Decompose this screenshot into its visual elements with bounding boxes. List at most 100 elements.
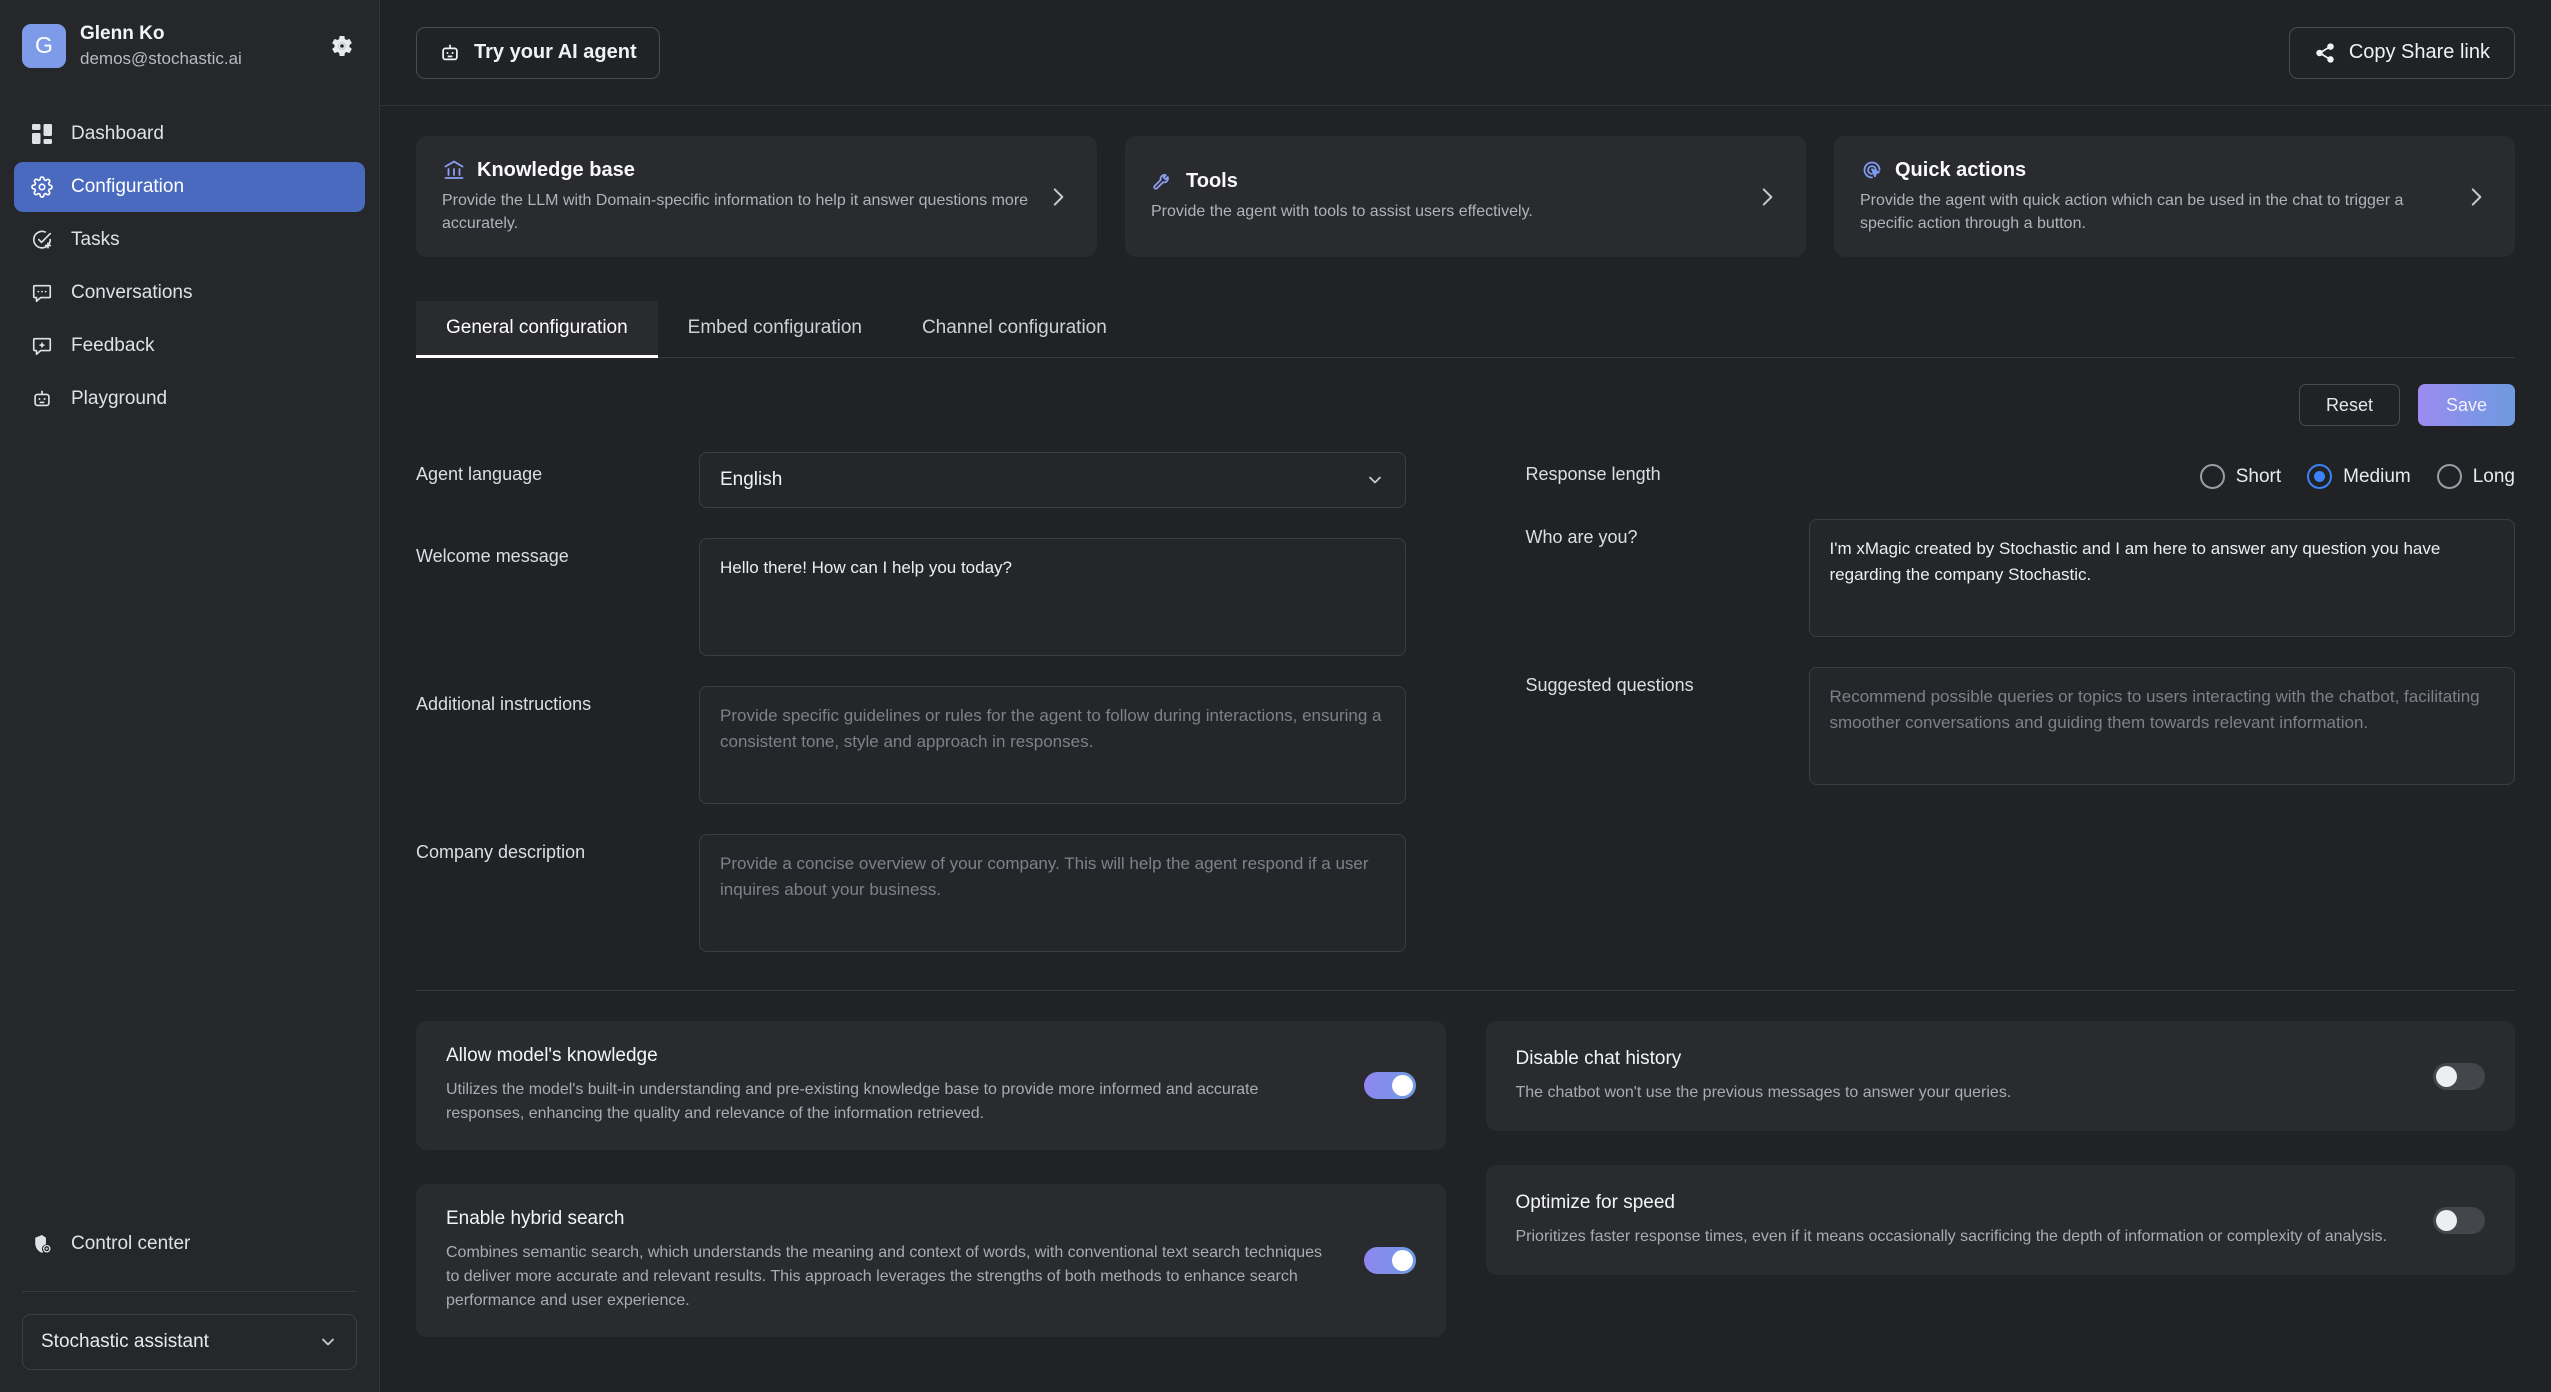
field-who-are-you: Who are you? I'm xMagic created by Stoch… [1526,519,2515,638]
try-ai-agent-button[interactable]: Try your AI agent [416,26,660,79]
field-control: Short Medium Long [1809,452,2515,490]
sidebar-item-label: Playground [71,388,168,409]
chevron-right-icon [2463,184,2489,210]
profile-name: Glenn Ko [80,23,165,44]
radio-circle-icon [2307,464,2333,490]
toggle-card-body: Optimize for speed Prioritizes faster re… [1516,1192,2410,1249]
field-label: Suggested questions [1525,675,1694,696]
content-area: Knowledge base Provide the LLM with Doma… [380,106,2551,1392]
chevron-down-icon [1365,470,1385,490]
field-company-description: Company description Provide a concise ov… [416,834,1406,953]
toggle-card-disable-chat-history: Disable chat history The chatbot won't u… [1485,1021,2515,1132]
toggle-card-optimize-for-speed: Optimize for speed Prioritizes faster re… [1485,1165,2515,1276]
field-control: Recommend possible queries or topics to … [1808,667,2515,786]
form-column-right: Response length Short Medium Long Who ar… [1466,452,2515,982]
chevron-right-icon [1754,184,1780,210]
field-label: Response length [1525,464,1661,485]
sidebar-nav: Dashboard Configuration Tasks Conversati… [0,109,379,424]
main-area: Try your AI agent Copy Share link Knowle… [380,0,2551,1392]
sidebar: G Glenn Ko demos@stochastic.ai Dashboard… [0,0,380,1392]
field-additional-instructions: Additional instructions Provide specific… [416,686,1406,805]
try-ai-agent-label: Try your AI agent [474,41,637,63]
radio-circle-icon [2199,464,2225,490]
card-body: Tools Provide the agent with tools to as… [1151,169,1738,224]
radio-option-long[interactable]: Long [2436,464,2515,490]
company-description-input[interactable]: Provide a concise overview of your compa… [699,834,1406,953]
section-divider [416,990,2515,992]
quick-actions-card[interactable]: Quick actions Provide the agent with qui… [1834,136,2515,258]
top-bar: Try your AI agent Copy Share link [380,0,2551,106]
response-length-radio-group: Short Medium Long [1809,452,2515,490]
config-tabs: General configuration Embed configuratio… [416,301,2515,359]
who-are-you-input[interactable]: I'm xMagic created by Stochastic and I a… [1808,519,2515,638]
toggle-title: Optimize for speed [1515,1191,1675,1213]
card-body: Knowledge base Provide the LLM with Doma… [442,158,1029,235]
gear-icon [30,175,54,199]
assistant-selector-value: Stochastic assistant [41,1331,209,1352]
chat-bubble-icon [30,281,54,305]
toggle-knob [2436,1209,2457,1231]
sidebar-item-tasks[interactable]: Tasks [14,215,365,265]
field-response-length: Response length Short Medium Long [1525,452,2515,490]
radio-option-short[interactable]: Short [2199,464,2281,490]
enable-hybrid-search-toggle[interactable] [1363,1247,1416,1275]
sidebar-item-playground[interactable]: Playground [14,374,365,424]
agent-language-select[interactable]: English [699,452,1406,509]
welcome-message-input[interactable]: Hello there! How can I help you today? [699,538,1406,657]
reset-button[interactable]: Reset [2298,384,2400,427]
profile-text: Glenn Ko demos@stochastic.ai [80,22,313,69]
sidebar-item-label: Tasks [71,229,120,250]
sidebar-item-feedback[interactable]: Feedback [14,321,365,371]
toggle-title: Allow model's knowledge [446,1045,658,1067]
sidebar-item-control-center[interactable]: Control center [0,1219,379,1269]
additional-instructions-input[interactable]: Provide specific guidelines or rules for… [699,686,1406,805]
assistant-selector[interactable]: Stochastic assistant [22,1314,357,1370]
app-root: G Glenn Ko demos@stochastic.ai Dashboard… [0,0,2551,1392]
check-circle-plus-icon [30,228,54,252]
allow-models-knowledge-toggle[interactable] [1363,1072,1416,1100]
sidebar-item-label: Feedback [71,335,155,356]
avatar: G [22,23,66,68]
save-button[interactable]: Save [2417,384,2515,427]
card-title: Knowledge base [477,158,635,181]
disable-chat-history-toggle[interactable] [2433,1062,2485,1090]
field-label: Welcome message [416,546,569,567]
sidebar-item-conversations[interactable]: Conversations [14,268,365,318]
field-suggested-questions: Suggested questions Recommend possible q… [1525,667,2515,786]
toggle-card-body: Allow model's knowledge Utilizes the mod… [446,1045,1340,1126]
copy-share-link-label: Copy Share link [2348,41,2490,63]
copy-share-link-button[interactable]: Copy Share link [2288,26,2515,79]
knowledge-base-card[interactable]: Knowledge base Provide the LLM with Doma… [416,136,1097,258]
toggle-card-allow-models-knowledge: Allow model's knowledge Utilizes the mod… [416,1021,1446,1151]
share-icon [2314,42,2336,64]
wrench-icon [1151,169,1175,193]
card-head: Tools [1151,169,1738,193]
tab-general-configuration[interactable]: General configuration [416,301,658,359]
settings-gear-icon[interactable] [327,31,357,61]
card-description: Provide the agent with tools to assist u… [1151,203,1533,221]
tools-card[interactable]: Tools Provide the agent with tools to as… [1125,136,1806,258]
cursor-target-icon [1860,158,1884,182]
field-label: Company description [416,842,586,863]
toggle-knob [1391,1075,1413,1097]
tab-embed-configuration[interactable]: Embed configuration [658,301,892,358]
card-description: Provide the agent with quick action whic… [1860,192,2404,232]
toggle-description: Prioritizes faster response times, even … [1515,1227,2388,1245]
chat-plus-icon [30,334,54,358]
sidebar-item-configuration[interactable]: Configuration [14,162,365,212]
configuration-form: Agent language English Welcome message H… [416,452,2515,982]
tab-channel-configuration[interactable]: Channel configuration [892,301,1137,358]
radio-option-medium[interactable]: Medium [2307,464,2411,490]
sidebar-item-dashboard[interactable]: Dashboard [14,109,365,159]
robot-icon [30,387,54,411]
optimize-for-speed-toggle[interactable] [2433,1206,2485,1234]
form-column-left: Agent language English Welcome message H… [416,452,1466,982]
suggested-questions-input[interactable]: Recommend possible queries or topics to … [1808,667,2515,786]
card-body: Quick actions Provide the agent with qui… [1860,158,2447,235]
chevron-down-icon [318,1332,338,1352]
user-profile: G Glenn Ko demos@stochastic.ai [0,0,379,69]
toggle-section: Allow model's knowledge Utilizes the mod… [416,1021,2515,1338]
radio-circle-icon [2436,464,2462,490]
sidebar-item-label: Conversations [71,282,193,303]
chevron-right-icon [1045,184,1071,210]
